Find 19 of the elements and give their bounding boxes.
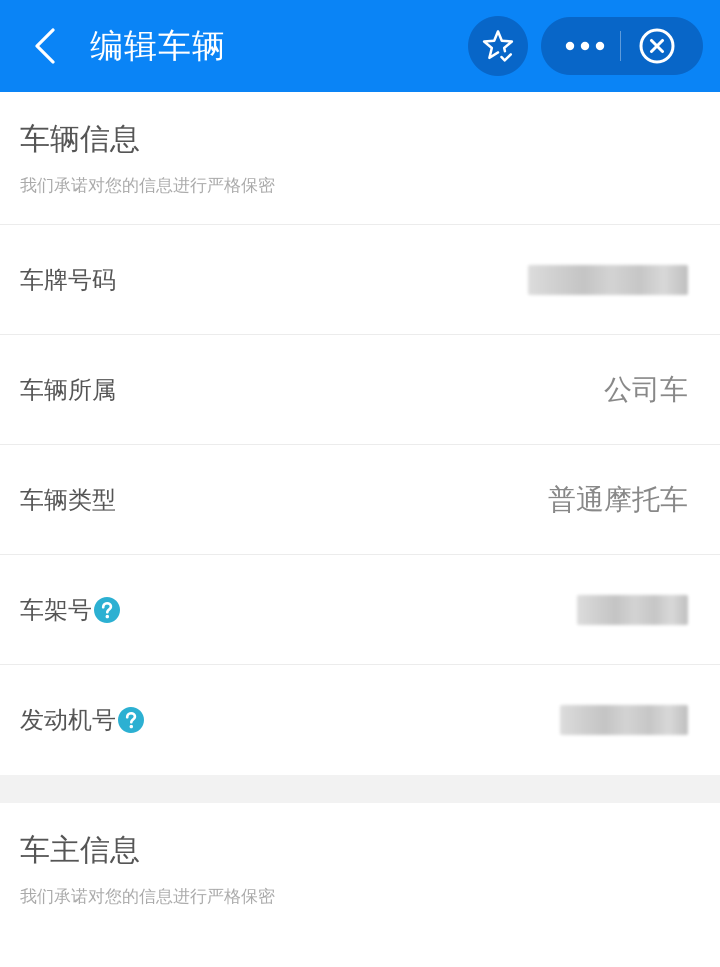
section-title: 车主信息 [20, 833, 141, 869]
close-button[interactable] [639, 28, 675, 64]
field-label: 发动机号 [20, 706, 116, 736]
field-label: 车牌号码 [20, 266, 116, 296]
help-icon[interactable] [118, 707, 144, 733]
section-subtitle: 我们承诺对您的信息进行严格保密 [20, 175, 276, 197]
help-icon[interactable] [94, 596, 120, 622]
field-value: 普通摩托车 [548, 482, 688, 516]
more-icon [565, 41, 605, 51]
section-subtitle: 我们承诺对您的信息进行严格保密 [20, 886, 276, 908]
field-label: 车辆类型 [20, 486, 116, 516]
star-check-icon [482, 30, 514, 62]
field-label: 车辆所属 [20, 376, 116, 406]
close-icon [639, 28, 675, 64]
field-value: 公司车 [604, 372, 688, 406]
field-label: 车架号 [20, 596, 92, 626]
back-icon [34, 28, 56, 64]
page-title: 编辑车辆 [90, 26, 227, 66]
section-title: 车辆信息 [20, 122, 141, 158]
